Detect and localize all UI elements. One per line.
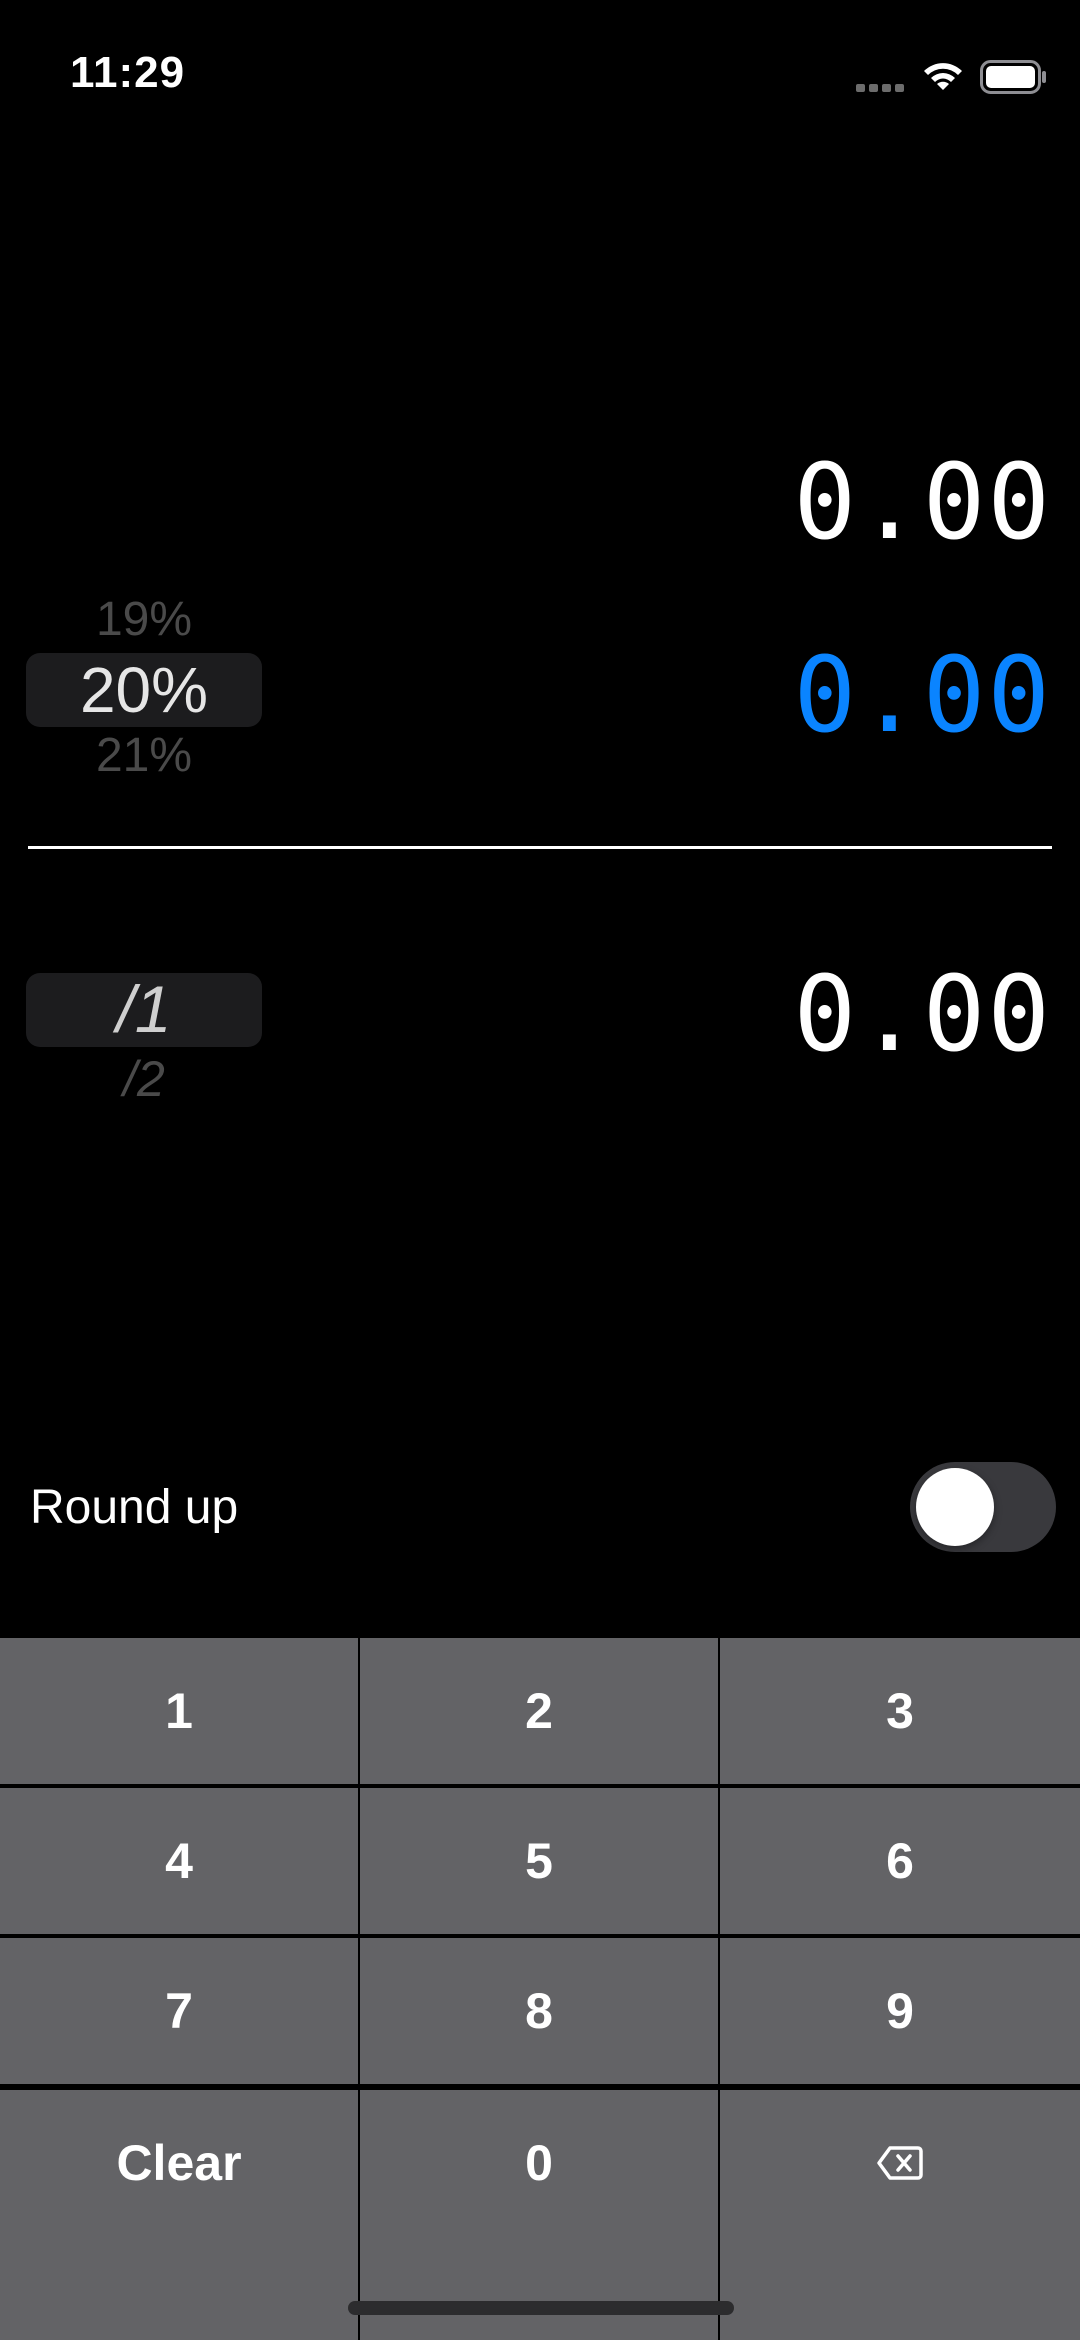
delete-button[interactable] xyxy=(720,2090,1080,2340)
key-4[interactable]: 4 xyxy=(0,1788,358,1934)
home-indicator[interactable] xyxy=(348,2301,734,2315)
round-up-toggle[interactable] xyxy=(910,1462,1056,1552)
delete-backward-icon xyxy=(877,2146,923,2180)
toggle-knob xyxy=(916,1468,994,1546)
key-3[interactable]: 3 xyxy=(720,1638,1080,1784)
key-6[interactable]: 6 xyxy=(720,1788,1080,1934)
split-option-next[interactable]: /2 xyxy=(26,1054,262,1104)
key-9[interactable]: 9 xyxy=(720,1938,1080,2084)
tip-amount: 0.00 xyxy=(793,634,1052,756)
key-0-label: 0 xyxy=(525,2135,553,2191)
battery-icon xyxy=(980,60,1046,94)
split-option-selected[interactable]: /1 xyxy=(26,976,262,1042)
clear-button[interactable]: Clear xyxy=(0,2090,358,2340)
clear-button-label: Clear xyxy=(116,2135,242,2191)
number-keypad: 1 2 3 4 5 6 7 8 9 Clear 0 xyxy=(0,1636,1080,2340)
delete-button-inner xyxy=(720,2090,1080,2236)
key-5[interactable]: 5 xyxy=(360,1788,718,1934)
tip-option-selected[interactable]: 20% xyxy=(26,658,262,722)
bill-amount: 0.00 xyxy=(793,441,1052,563)
wifi-icon xyxy=(924,63,962,90)
key-1[interactable]: 1 xyxy=(0,1638,358,1784)
split-count-picker[interactable]: /1 /2 xyxy=(26,970,262,1110)
status-time: 11:29 xyxy=(70,48,186,97)
total-amount: 0.00 xyxy=(793,953,1052,1075)
key-2[interactable]: 2 xyxy=(360,1638,718,1784)
tip-option-previous[interactable]: 19% xyxy=(26,596,262,644)
cellular-signal-icon xyxy=(856,84,906,92)
tip-option-next[interactable]: 21% xyxy=(26,732,262,780)
round-up-label: Round up xyxy=(30,1481,239,1534)
tip-percent-picker[interactable]: 19% 20% 21% xyxy=(26,590,262,790)
key-7[interactable]: 7 xyxy=(0,1938,358,2084)
key-8[interactable]: 8 xyxy=(360,1938,718,2084)
status-bar: 11:29 xyxy=(0,0,1080,150)
divider xyxy=(28,846,1052,849)
